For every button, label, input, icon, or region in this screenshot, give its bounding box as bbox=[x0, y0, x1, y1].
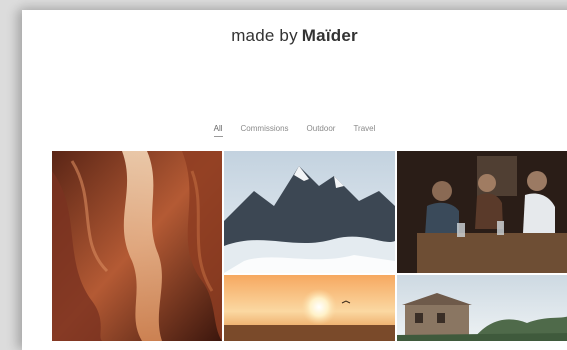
photo-canyon[interactable] bbox=[52, 151, 222, 341]
photo-grid bbox=[52, 151, 567, 341]
site-title-bold: Maïder bbox=[301, 26, 358, 45]
photo-sunset[interactable] bbox=[224, 275, 395, 341]
canyon-image bbox=[52, 151, 222, 341]
filter-outdoor[interactable]: Outdoor bbox=[307, 124, 336, 137]
site-title-plain: made by bbox=[231, 26, 298, 45]
photo-stone-house[interactable] bbox=[397, 275, 567, 341]
group-table-image bbox=[397, 151, 567, 273]
filter-all[interactable]: All bbox=[213, 124, 223, 137]
photo-mountains[interactable] bbox=[224, 151, 395, 273]
stone-house-image bbox=[397, 275, 567, 341]
filter-commissions[interactable]: Commissions bbox=[241, 124, 289, 137]
sunset-image bbox=[224, 275, 395, 341]
mountains-image bbox=[224, 151, 395, 273]
page-card: made by Maïder All Commissions Outdoor Tr… bbox=[22, 10, 567, 350]
filter-travel[interactable]: Travel bbox=[353, 124, 375, 137]
photo-group-table[interactable] bbox=[397, 151, 567, 273]
site-title[interactable]: made by Maïder bbox=[22, 26, 567, 46]
gallery-filters: All Commissions Outdoor Travel bbox=[22, 124, 567, 137]
